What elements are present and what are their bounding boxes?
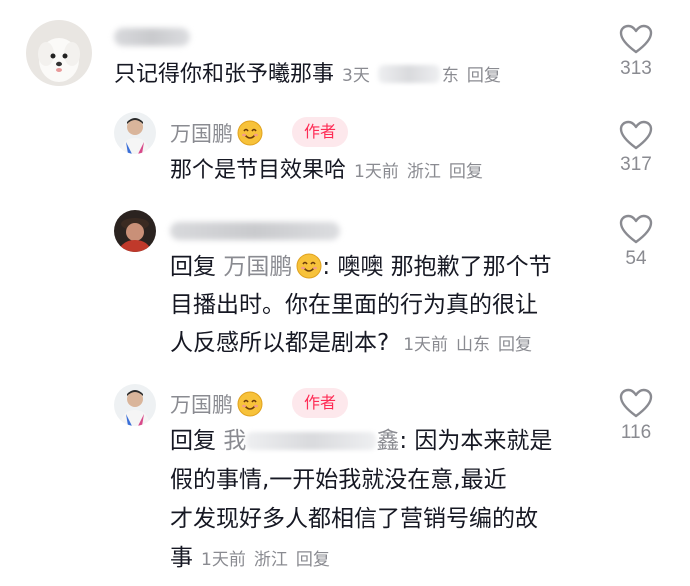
- like-button[interactable]: 54: [612, 214, 660, 270]
- reply-target-start: 我: [223, 428, 247, 454]
- reply-button[interactable]: 回复: [296, 550, 330, 570]
- heart-icon: [619, 24, 653, 54]
- username-text: 万国鹏: [170, 393, 233, 417]
- reply-target-username[interactable]: 万国鹏: [223, 254, 292, 280]
- user-avatar-icon: [114, 112, 156, 154]
- comment-meta: 1天前 山东 回复: [403, 335, 540, 355]
- blurred-region: [377, 65, 440, 83]
- smile-emoji-icon: [296, 253, 322, 279]
- user-avatar-icon: [114, 384, 156, 426]
- comment-location: 山东: [456, 335, 491, 355]
- reply-button[interactable]: 回复: [449, 162, 483, 182]
- like-button[interactable]: 116: [612, 388, 660, 444]
- smile-emoji-icon: [237, 120, 263, 146]
- reply-target-username[interactable]: 我鑫: [223, 428, 399, 454]
- comment-meta: 3天 东回复: [342, 65, 509, 86]
- author-badge: 作者: [292, 388, 349, 418]
- avatar[interactable]: [114, 112, 156, 154]
- avatar[interactable]: [26, 20, 92, 86]
- username[interactable]: 万国鹏: [170, 118, 263, 148]
- username-blurred[interactable]: [114, 28, 190, 46]
- comment-body-line: : 因为本来就是: [399, 428, 553, 454]
- comment-time: 1天前: [354, 162, 399, 182]
- comment-location: 浙江: [253, 550, 288, 570]
- comment-body: 那个是节目效果哈: [170, 158, 347, 183]
- comment-location: 浙江: [406, 162, 441, 182]
- comment-body-line: 目播出时。你在里面的行为真的很让: [170, 292, 538, 318]
- comment-body: 只记得你和张予曦那事: [114, 62, 335, 87]
- like-button[interactable]: 317: [612, 120, 660, 176]
- reply-prefix: 回复: [170, 428, 216, 454]
- comment-text: 只记得你和张予曦那事 3天 东回复: [114, 56, 509, 95]
- comment-text: 回复 万国鹏 : 噢噢 那抱歉了那个节 目播出时。你在里面的行为真的很让 人反感所…: [170, 248, 610, 364]
- comment-body-line: 才发现好多人都相信了营销号编的故: [170, 506, 538, 532]
- like-button[interactable]: 313: [612, 24, 660, 80]
- comment-time: 1天前: [201, 550, 246, 570]
- comment-text: 那个是节目效果哈 1天前 浙江 回复: [170, 152, 491, 191]
- smile-emoji-icon: [237, 391, 263, 417]
- avatar[interactable]: [114, 210, 156, 252]
- dog-avatar-icon: [26, 20, 92, 86]
- comment-body-line: : 噢噢 那抱歉了那个节: [322, 254, 552, 280]
- reply-prefix: 回复: [170, 254, 216, 280]
- comment-body-line: 事: [170, 545, 193, 571]
- like-count: 116: [620, 422, 652, 443]
- comment-location: 东: [441, 66, 459, 86]
- comment-body-line: 人反感所以都是剧本?: [170, 330, 390, 356]
- blurred-region: [246, 432, 377, 450]
- comment-time: 3天: [342, 66, 370, 86]
- reply-button[interactable]: 回复: [498, 335, 532, 355]
- comment-text: 回复 我鑫: 因为本来就是 假的事情,一开始我就没在意,最近 才发现好多人都相信…: [170, 422, 610, 580]
- like-count: 313: [620, 58, 652, 79]
- comment-meta: 1天前 浙江 回复: [354, 162, 491, 182]
- comment-time: 1天前: [403, 335, 449, 355]
- like-count: 317: [620, 154, 652, 175]
- username-text: 万国鹏: [170, 122, 233, 146]
- heart-icon: [619, 388, 653, 418]
- heart-icon: [619, 120, 653, 150]
- author-badge: 作者: [292, 117, 349, 147]
- like-count: 54: [625, 248, 647, 269]
- comment-body-line: 假的事情,一开始我就没在意,最近: [170, 467, 507, 493]
- username[interactable]: 万国鹏: [170, 389, 263, 419]
- avatar[interactable]: [114, 384, 156, 426]
- username-blurred[interactable]: [170, 222, 340, 240]
- reply-button[interactable]: 回复: [467, 66, 501, 86]
- comment-meta: 1天前 浙江 回复: [201, 550, 338, 570]
- reply-target-end: 鑫: [376, 428, 400, 454]
- user-avatar-icon: [114, 210, 156, 252]
- heart-icon: [619, 214, 653, 244]
